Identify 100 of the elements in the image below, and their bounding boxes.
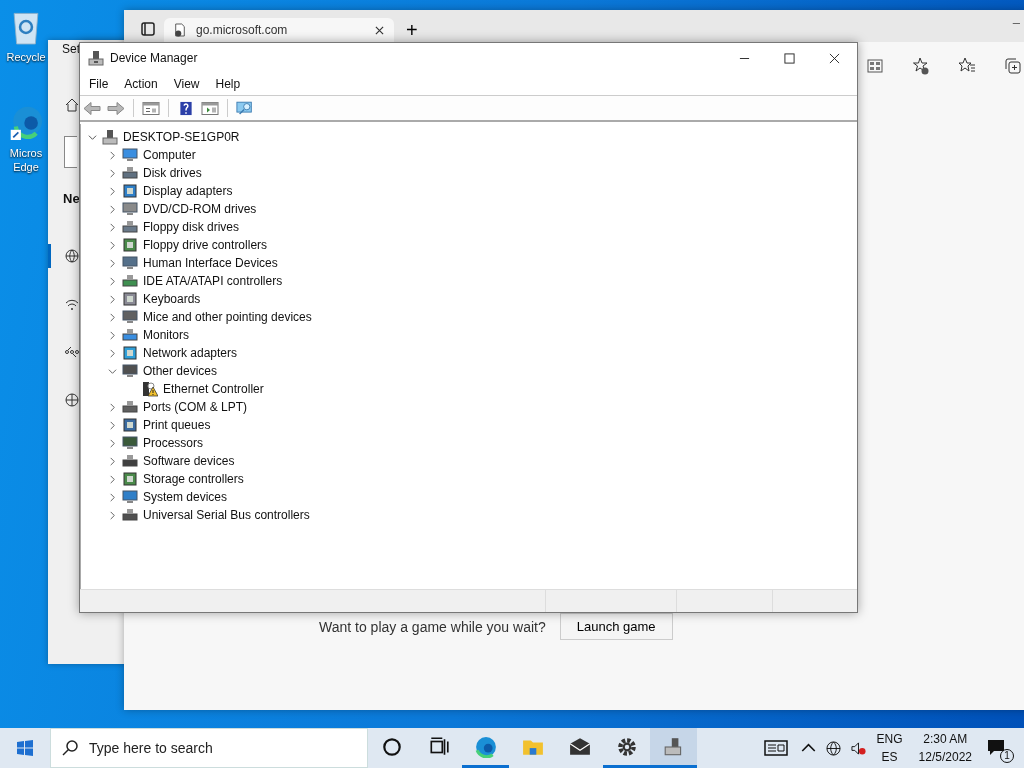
tree-item[interactable]: DVD/CD-ROM drives [143,202,257,216]
expand-chevron-icon[interactable] [108,438,117,448]
expand-chevron-icon[interactable] [108,222,117,232]
tree-item[interactable]: Processors [143,436,204,450]
close-icon[interactable] [829,52,840,64]
device-icon [122,507,138,523]
menu-item[interactable]: Action [124,77,158,91]
expand-chevron-icon[interactable] [108,312,117,322]
monitor-scan-icon[interactable] [236,100,254,116]
expand-chevron-icon[interactable] [108,168,117,178]
add-favorite-icon[interactable] [912,57,930,75]
apps-icon[interactable] [866,57,884,75]
favorites-icon[interactable] [958,57,976,75]
menu-item[interactable]: View [173,77,200,91]
device-icon [122,399,138,415]
device-icon [122,291,138,307]
device-icon [122,219,138,235]
tree-item[interactable]: System devices [143,490,228,504]
device-icon [122,165,138,181]
expand-chevron-icon[interactable] [108,348,117,358]
tree-item[interactable]: Human Interface Devices [143,256,278,270]
page-error-icon [174,23,186,37]
tree-item[interactable]: Universal Serial Bus controllers [143,508,310,522]
tree-item[interactable]: DESKTOP-SE1GP0R [123,130,240,144]
tree-item[interactable]: IDE ATA/ATAPI controllers [143,274,283,288]
tree-item[interactable]: Ethernet Controller [163,382,264,396]
tab-actions-icon[interactable] [140,21,156,37]
expand-chevron-icon[interactable] [108,240,117,250]
wifi-icon[interactable] [65,297,79,311]
home-icon[interactable] [65,98,79,112]
window-title: Device Manager [110,51,199,65]
tree-item[interactable]: Other devices [143,364,218,378]
device-icon [122,345,138,361]
envelope-icon [568,735,591,758]
device-icon [122,327,138,343]
collections-icon[interactable] [1004,57,1022,75]
news-icon[interactable] [763,739,788,757]
tree-item[interactable]: Computer [143,148,196,162]
collapse-chevron-icon[interactable] [88,132,97,142]
properties-icon[interactable] [142,100,160,116]
expand-chevron-icon[interactable] [108,186,117,196]
clock[interactable]: 2:30 AM 12/5/2022 [918,730,972,766]
globe-icon[interactable] [825,740,841,756]
device-icon [122,471,138,487]
language-indicator[interactable]: ENG ES [876,730,903,766]
tree-item[interactable]: Disk drives [143,166,202,180]
search-field[interactable] [64,136,77,168]
minimize-button[interactable]: – [1006,14,1024,31]
panel-icon[interactable] [201,100,219,116]
expand-chevron-icon[interactable] [108,402,117,412]
expand-chevron-icon[interactable] [108,294,117,304]
expand-chevron-icon[interactable] [108,456,117,466]
browser-tab[interactable]: go.microsoft.com [164,18,394,42]
settings-icon [615,735,638,758]
expand-chevron-icon[interactable] [108,276,117,286]
expand-chevron-icon[interactable] [108,258,117,268]
globe-icon[interactable] [65,249,79,263]
expand-chevron-icon[interactable] [108,330,117,340]
network-icon[interactable] [65,345,79,359]
expand-chevron-icon[interactable] [108,510,117,520]
speaker-muted-icon[interactable] [850,740,866,756]
tree-item[interactable]: Monitors [143,328,189,342]
notification-icon[interactable] [986,737,1006,757]
device-icon [122,273,138,289]
expand-chevron-icon[interactable] [108,150,117,160]
expand-chevron-icon[interactable] [108,420,117,430]
tree-item[interactable]: Software devices [143,454,235,468]
tree-item[interactable]: Print queues [143,418,211,432]
expand-chevron-icon[interactable] [108,492,117,502]
help-icon[interactable] [177,100,195,116]
maximize-icon[interactable] [784,52,795,64]
menu-item[interactable]: Help [215,77,241,91]
browser-icon [474,735,497,758]
device-icon [122,453,138,469]
device-icon [122,201,138,217]
launch-game-button[interactable]: Launch game [559,613,673,640]
tree-item[interactable]: Floppy drive controllers [143,238,268,252]
browser-icon[interactable] [9,104,43,142]
search-icon [62,740,78,756]
new-tab-button[interactable]: + [402,18,422,42]
expand-chevron-icon[interactable] [108,474,117,484]
close-icon[interactable] [375,25,384,35]
device-icon [122,363,138,379]
tree-item[interactable]: Display adapters [143,184,233,198]
tree-item[interactable]: Keyboards [143,292,201,306]
tree-item[interactable]: Network adapters [143,346,238,360]
globe-icon[interactable] [65,393,79,407]
tree-item[interactable]: Ports (COM & LPT) [143,400,247,414]
collapse-chevron-icon[interactable] [108,366,117,376]
device-icon [122,435,138,451]
tree-item[interactable]: Floppy disk drives [143,220,240,234]
expand-chevron-icon[interactable] [108,204,117,214]
device-icon [122,237,138,253]
tree-item[interactable]: Storage controllers [143,472,244,486]
menu-item[interactable]: File [89,77,109,91]
device-icon [122,489,138,505]
device-icon [122,417,138,433]
windows-start-icon[interactable] [17,740,33,756]
notification-count: 1 [1000,749,1014,763]
tree-item[interactable]: Mice and other pointing devices [143,310,312,324]
